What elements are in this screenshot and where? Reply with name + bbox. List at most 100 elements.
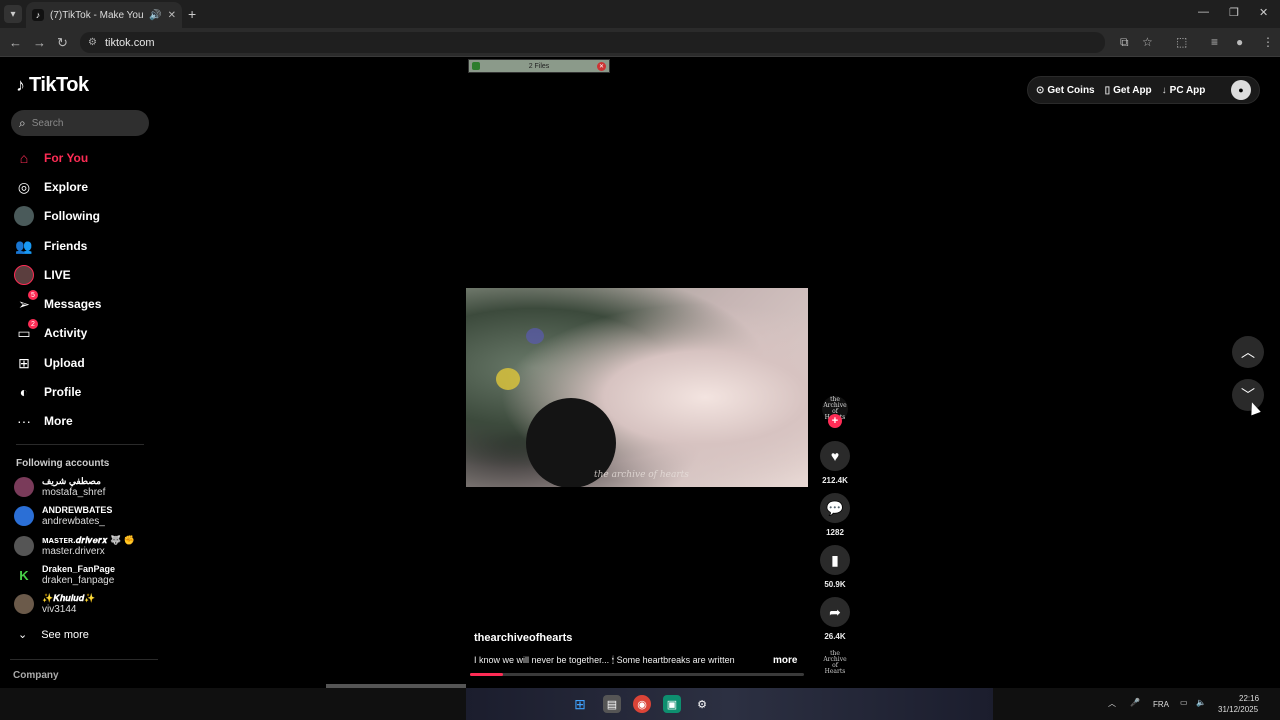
sidebar-item-for-you[interactable]: ⌂ For You xyxy=(14,147,88,169)
forward-icon[interactable]: → xyxy=(33,35,46,50)
top-actions: ⊙ Get Coins ▯ Get App ↓ PC App ● xyxy=(1027,76,1260,104)
chrome-menu-icon[interactable]: ⋮ xyxy=(1262,35,1274,49)
music-disc[interactable]: the Archive of Hearts xyxy=(823,651,847,675)
sidebar-item-label: Upload xyxy=(44,356,85,370)
pc-app-button[interactable]: ↓ PC App xyxy=(1162,85,1206,96)
save-button[interactable]: ▮ xyxy=(820,545,850,575)
account-handle: master.driverx xyxy=(42,546,105,557)
sidebar-item-upload[interactable]: ⊞ Upload xyxy=(14,352,85,374)
account-avatar xyxy=(14,477,34,497)
friends-icon: 👥 xyxy=(15,237,33,254)
language-indicator[interactable]: FRA xyxy=(1153,700,1169,709)
account-item[interactable]: ANDREWBATES andrewbates_ xyxy=(14,505,112,527)
tab-list-icon[interactable]: ▾ xyxy=(4,5,22,23)
tray-chevron-icon[interactable]: ︿ xyxy=(1108,698,1116,709)
share-count: 26.4K xyxy=(824,632,846,641)
account-name: ✨𝑲𝒉𝒖𝒍𝒖𝒅✨ xyxy=(42,593,96,603)
reload-icon[interactable]: ↻ xyxy=(57,35,68,51)
see-more-button[interactable]: ⌄ See more xyxy=(18,628,89,642)
media-control-icon[interactable]: ≡ xyxy=(1211,35,1218,49)
video-username[interactable]: thearchiveofhearts xyxy=(474,632,572,644)
tiktok-note-icon: ♪ xyxy=(16,75,25,95)
compass-icon: ◎ xyxy=(17,178,31,195)
app-icon[interactable]: ▣ xyxy=(663,695,681,713)
search-icon: ⌕ xyxy=(19,115,26,130)
file-explorer-icon[interactable]: ▤ xyxy=(603,695,621,713)
restore-icon[interactable]: ❐ xyxy=(1229,6,1239,19)
speaker-icon[interactable]: 🔊 xyxy=(149,10,161,21)
previous-video-button[interactable]: ︿ xyxy=(1232,336,1264,368)
extensions-icon[interactable]: ⬚ xyxy=(1176,35,1187,49)
account-item[interactable]: مصطفي شريف mostafa_shref xyxy=(14,476,105,498)
sidebar-item-friends[interactable]: 👥 Friends xyxy=(14,235,87,257)
account-name: ᴍᴀsᴛᴇʀ.𝒅𝒓𝒊𝒗𝒆𝒓𝒙 🐺 ✊ xyxy=(42,535,135,545)
video-player[interactable]: the archive of hearts xyxy=(466,288,808,487)
get-app-button[interactable]: ▯ Get App xyxy=(1105,85,1152,96)
steam-icon[interactable]: ⚙ xyxy=(693,695,711,713)
caption-more-button[interactable]: more xyxy=(773,655,797,666)
bookmark-star-icon[interactable]: ☆ xyxy=(1142,35,1153,49)
live-avatar-icon xyxy=(14,265,34,285)
messages-badge: 5 xyxy=(28,290,38,300)
upload-icon: ⊞ xyxy=(18,354,30,371)
share-button[interactable]: ➦ xyxy=(820,597,850,627)
account-item[interactable]: ᴍᴀsᴛᴇʀ.𝒅𝒓𝒊𝒗𝒆𝒓𝒙 🐺 ✊ master.driverx xyxy=(14,535,135,557)
comment-icon: 💬 xyxy=(826,499,844,516)
network-icon[interactable]: ▭ xyxy=(1180,698,1188,707)
share-icon: ➦ xyxy=(829,603,841,620)
follow-plus-icon[interactable]: + xyxy=(828,414,842,428)
sidebar-item-following[interactable]: Following xyxy=(14,205,100,227)
chrome-icon[interactable]: ◉ xyxy=(633,695,651,713)
search-input[interactable]: ⌕ Search xyxy=(11,110,149,136)
account-handle: mostafa_shref xyxy=(42,487,106,498)
tab-close-icon[interactable]: ✕ xyxy=(168,10,176,21)
video-content xyxy=(496,368,520,390)
minimize-icon[interactable]: — xyxy=(1198,6,1209,18)
site-info-icon[interactable]: ⚙ xyxy=(88,37,97,48)
messages-icon: ➢ 5 xyxy=(14,290,38,314)
comment-button[interactable]: 💬 xyxy=(820,493,850,523)
activity-icon: ▭ 2 xyxy=(14,319,38,343)
account-avatar xyxy=(14,506,34,526)
video-progress-fill xyxy=(470,673,504,676)
taskbar: ⊞ ▤ ◉ ▣ ⚙ ︿ 🎤 FRA ▭ 🔈 22:16 31/12/2025 xyxy=(0,688,1280,720)
address-bar[interactable]: ⚙ tiktok.com xyxy=(80,32,1105,53)
chrome-profile-icon[interactable]: ● xyxy=(1236,35,1243,49)
profile-icon: ◐ xyxy=(19,384,29,400)
sidebar-item-activity[interactable]: ▭ 2 Activity xyxy=(14,319,87,344)
profile-avatar[interactable]: ● xyxy=(1231,80,1251,100)
account-handle: viv3144 xyxy=(42,604,77,615)
microphone-icon[interactable]: 🎤 xyxy=(1130,698,1140,707)
get-coins-button[interactable]: ⊙ Get Coins xyxy=(1036,85,1095,96)
taskbar-background xyxy=(466,688,993,720)
account-handle: andrewbates_ xyxy=(42,516,105,527)
video-caption: I know we will never be together... 🕯 So… xyxy=(474,655,735,665)
clock-date[interactable]: 31/12/2025 xyxy=(1218,705,1258,714)
sidebar-item-profile[interactable]: ◐ Profile xyxy=(14,381,82,403)
account-name: Draken_FanPage xyxy=(42,564,116,574)
browser-tab[interactable]: ♪ (7)TikTok - Make Your Day 🔊 ✕ xyxy=(26,2,182,28)
window-close-icon[interactable]: ✕ xyxy=(1259,6,1268,19)
back-icon[interactable]: ← xyxy=(9,35,22,50)
heart-icon: ♥ xyxy=(830,448,840,464)
files-close-icon[interactable]: ✕ xyxy=(597,62,606,71)
sidebar-item-explore[interactable]: ◎ Explore xyxy=(14,176,88,198)
sidebar-item-more[interactable]: ··· More xyxy=(14,410,73,432)
sidebar-item-messages[interactable]: ➢ 5 Messages xyxy=(14,290,101,315)
logo-text: TikTok xyxy=(29,74,89,96)
video-progress-bar[interactable] xyxy=(470,673,804,676)
files-notification[interactable]: 2 Files ✕ xyxy=(468,59,610,73)
file-icon xyxy=(472,62,480,70)
account-item[interactable]: ✨𝑲𝒉𝒖𝒍𝒖𝒅✨ viv3144 xyxy=(14,593,95,615)
like-button[interactable]: ♥ xyxy=(820,441,850,471)
sidebar-item-live[interactable]: LIVE xyxy=(14,264,71,286)
sidebar-item-label: Following xyxy=(44,209,100,223)
tiktok-logo[interactable]: ♪ TikTok xyxy=(16,74,89,97)
install-app-icon[interactable]: ⧉ xyxy=(1120,35,1129,50)
volume-icon[interactable]: 🔈 xyxy=(1196,698,1206,707)
company-link[interactable]: Company xyxy=(13,670,59,681)
new-tab-icon[interactable]: + xyxy=(188,6,196,22)
windows-start-icon[interactable]: ⊞ xyxy=(571,695,589,713)
account-item[interactable]: K Draken_FanPage draken_fanpage xyxy=(14,564,115,586)
clock-time[interactable]: 22:16 xyxy=(1239,694,1259,703)
